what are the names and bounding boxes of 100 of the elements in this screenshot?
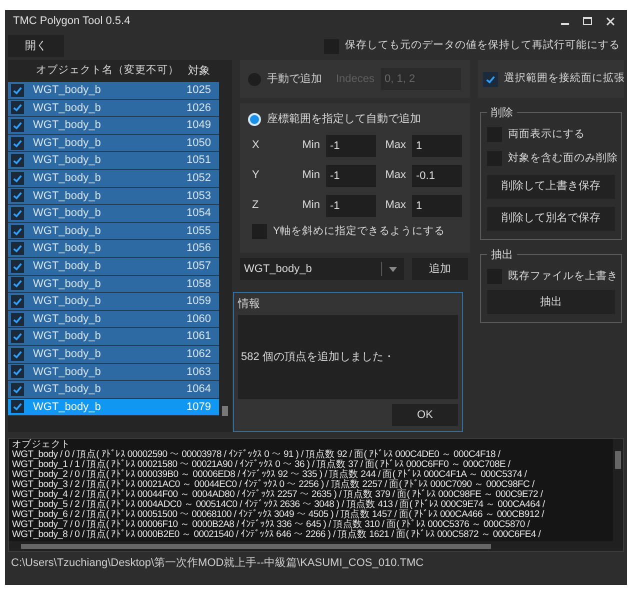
- list-row[interactable]: WGT_body_b 1026: [8, 100, 219, 118]
- list-row[interactable]: WGT_body_b 1055: [8, 222, 219, 240]
- log-line: WGT_body_7 / 0 / 頂点( ｱﾄﾞﾚｽ 00006F10 ～ 0000B2A8 / ｲﾝﾃﾞｯｸｽ 336 ～ 645 ) / 頂点数 310 / 面( ｱﾄﾞﾚｽ 000C5376 ～ 000C5870 /: [12, 520, 530, 530]
- check-icon: [12, 296, 23, 307]
- object-target: 1049: [186, 118, 211, 134]
- checkbox[interactable]: [11, 172, 24, 185]
- object-name: WGT_body_b: [33, 312, 102, 327]
- object-name: WGT_body_b: [33, 83, 102, 98]
- check-icon: [12, 260, 23, 272]
- axis-label: Y: [251, 168, 260, 184]
- object-target: 1026: [186, 100, 211, 116]
- scrollbar[interactable]: [613, 439, 623, 541]
- field-label: Max: [384, 138, 407, 154]
- object-target: 1051: [186, 153, 211, 168]
- button[interactable]: 削除して上書き保存: [487, 174, 615, 198]
- list-row[interactable]: WGT_body_b 1049: [8, 117, 219, 135]
- object-name: WGT_body_b: [33, 329, 102, 344]
- list-row[interactable]: WGT_body_b 1056: [8, 240, 219, 258]
- checkbox[interactable]: [483, 72, 498, 86]
- check-icon: [12, 384, 23, 395]
- dropdown[interactable]: WGT_body_b: [240, 258, 404, 280]
- log-line: WGT_body_4 / 2 / 頂点( ｱﾄﾞﾚｽ 00044F00 ～ 0004AD80 / ｲﾝﾃﾞｯｸｽ 2257 ～ 2635 ) / 頂点数 379 / 面( ｱﾄﾞﾚｽ 000C98FE ～ 000C9E72 /: [12, 490, 543, 500]
- list-row[interactable]: WGT_body_b 1063: [8, 364, 219, 382]
- list-row[interactable]: WGT_body_b 1079: [8, 398, 219, 416]
- max-field[interactable]: 1: [412, 134, 462, 156]
- list-row[interactable]: WGT_body_b 1059: [8, 293, 219, 311]
- checkbox-label: 両面表示にする: [508, 127, 585, 142]
- check-icon: [12, 208, 23, 219]
- checkbox[interactable]: [11, 154, 24, 168]
- checkbox-label: Y軸を斜めに指定できるようにする: [273, 224, 446, 238]
- object-target: 1056: [186, 241, 211, 256]
- checkbox[interactable]: [11, 312, 24, 326]
- check-icon: [12, 366, 23, 378]
- checkbox[interactable]: [11, 224, 24, 238]
- button[interactable]: 削除して別名で保存: [487, 206, 615, 230]
- check-icon: [12, 226, 23, 237]
- list-row[interactable]: WGT_body_b 1052: [8, 170, 219, 188]
- log-line: WGT_body_6 / 2 / 頂点( ｱﾄﾞﾚｽ 00051500 ～ 00068100 / ｲﾝﾃﾞｯｸｽ 3049 ～ 4505 ) / 頂点数 1457 / 面( ｱﾄﾞﾚｽ 000CA466 ～ 000CB912 /: [12, 510, 544, 520]
- file-path: C:\Users\Tzuchiang\Desktop\第一次作MOD就上手--中級篇\KASUMI_COS_010.TMC: [10, 556, 425, 571]
- button[interactable]: 追加: [412, 258, 468, 280]
- min-field[interactable]: -1: [326, 164, 376, 186]
- max-field[interactable]: -0.1: [412, 164, 462, 186]
- field-label: Min: [301, 198, 321, 214]
- object-target: 1061: [186, 329, 211, 344]
- checkbox[interactable]: [11, 348, 24, 361]
- radio-button[interactable]: [248, 112, 261, 126]
- checkbox[interactable]: [11, 294, 24, 308]
- close-icon[interactable]: [606, 16, 615, 26]
- object-target: 1058: [186, 276, 211, 292]
- object-target: 1054: [186, 206, 211, 222]
- axis-label: Z: [251, 198, 260, 214]
- list-row[interactable]: WGT_body_b 1064: [8, 381, 219, 399]
- list-row[interactable]: WGT_body_b 1057: [8, 258, 219, 276]
- checkbox[interactable]: [11, 189, 24, 202]
- checkbox[interactable]: [11, 260, 24, 273]
- maximize-icon[interactable]: [583, 17, 592, 25]
- check-icon: [12, 102, 23, 114]
- list-row[interactable]: WGT_body_b 1050: [8, 134, 219, 152]
- field-label: Min: [301, 168, 321, 184]
- object-name: WGT_body_b: [33, 100, 102, 116]
- object-target: 1057: [186, 258, 211, 274]
- checkbox[interactable]: [11, 101, 24, 114]
- scrollbar[interactable]: [9, 541, 623, 551]
- list-row[interactable]: WGT_body_b 1058: [8, 276, 219, 294]
- axis-label: X: [251, 138, 260, 154]
- min-field[interactable]: -1: [326, 194, 376, 216]
- list-row[interactable]: WGT_body_b 1060: [8, 310, 219, 328]
- button[interactable]: 開く: [8, 35, 64, 57]
- checkbox[interactable]: [11, 365, 24, 378]
- dialog-title: 情報: [236, 296, 261, 312]
- list-row[interactable]: WGT_body_b 1051: [8, 152, 219, 170]
- min-field[interactable]: -1: [326, 134, 376, 156]
- object-name: WGT_body_b: [33, 364, 102, 380]
- checkbox[interactable]: [11, 136, 24, 150]
- list-row[interactable]: WGT_body_b 1053: [8, 188, 219, 206]
- checkbox[interactable]: [11, 118, 24, 132]
- object-target: 1052: [186, 171, 211, 186]
- checkbox[interactable]: [11, 84, 24, 97]
- object-name: WGT_body_b: [33, 400, 102, 415]
- list-row[interactable]: WGT_body_b 1054: [8, 205, 219, 223]
- max-field[interactable]: 1: [412, 194, 462, 216]
- object-target: 1025: [186, 83, 211, 98]
- button[interactable]: OK: [392, 404, 458, 426]
- log-line: WGT_body / 0 / 頂点( ｱﾄﾞﾚｽ 00002590 ～ 00003978 / ｲﾝﾃﾞｯｸｽ 0 ～ 91 ) / 頂点数 92 / 面( ｱﾄﾞﾚｽ 000C4DE0 ～ 000C4F18 /: [12, 450, 500, 460]
- log-line: WGT_body_3 / 2 / 頂点( ｱﾄﾞﾚｽ 00021AC0 ～ 00044EC0 / ｲﾝﾃﾞｯｸｽ 0 ～ 2256 ) / 頂点数 2257 / 面( ｱﾄﾞﾚｽ 000C7090 ～ 000C98FC /: [12, 480, 534, 490]
- list-row[interactable]: WGT_body_b 1061: [8, 328, 219, 346]
- checkbox[interactable]: [11, 206, 24, 220]
- indices-field[interactable]: 0, 1, 2: [380, 68, 461, 90]
- list-row[interactable]: WGT_body_b 1025: [8, 82, 219, 100]
- checkbox[interactable]: [11, 242, 24, 256]
- checkbox[interactable]: [11, 277, 24, 290]
- checkbox[interactable]: [11, 382, 24, 396]
- list-row[interactable]: WGT_body_b 1062: [8, 346, 219, 364]
- check-icon: [485, 74, 496, 84]
- button[interactable]: 抽出: [487, 290, 615, 314]
- checkbox[interactable]: [11, 400, 24, 414]
- object-target: 1059: [186, 294, 211, 310]
- object-name: WGT_body_b: [33, 188, 102, 204]
- checkbox[interactable]: [11, 330, 24, 344]
- object-name: WGT_body_b: [33, 153, 102, 168]
